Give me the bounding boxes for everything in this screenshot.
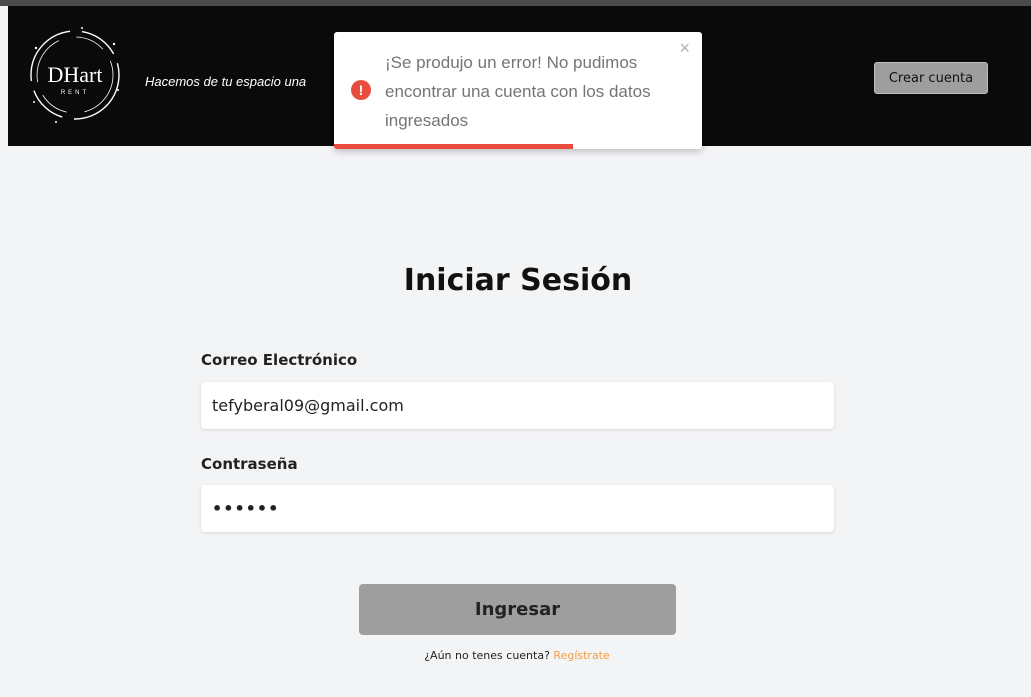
login-submit-button[interactable]: Ingresar xyxy=(359,584,676,635)
toast-progress-bar xyxy=(334,144,574,149)
signup-link[interactable]: Regístrate xyxy=(553,649,609,662)
close-icon[interactable]: × xyxy=(679,38,690,59)
password-label: Contraseña xyxy=(201,455,298,473)
create-account-button[interactable]: Crear cuenta xyxy=(874,62,988,94)
email-label: Correo Electrónico xyxy=(201,351,358,369)
toast-message: ¡Se produjo un error! No pudimos encontr… xyxy=(385,53,651,130)
page-title: Iniciar Sesión xyxy=(403,263,633,298)
tagline: Hacemos de tu espacio una xyxy=(145,74,307,89)
error-toast[interactable]: ! ¡Se produjo un error! No pudimos encon… xyxy=(334,32,702,149)
svg-text:RENT: RENT xyxy=(61,90,89,96)
password-field[interactable] xyxy=(201,485,834,532)
email-field[interactable] xyxy=(201,382,834,429)
dhart-logo[interactable]: DHart RENT xyxy=(22,20,128,130)
signup-prompt-text: ¿Aún no tenes cuenta? xyxy=(424,649,550,662)
logo-emblem-icon: DHart RENT xyxy=(30,27,120,123)
error-icon: ! xyxy=(351,80,371,100)
svg-text:DHart: DHart xyxy=(48,62,103,87)
signup-prompt-line: ¿Aún no tenes cuenta? Regístrate xyxy=(0,649,1031,662)
